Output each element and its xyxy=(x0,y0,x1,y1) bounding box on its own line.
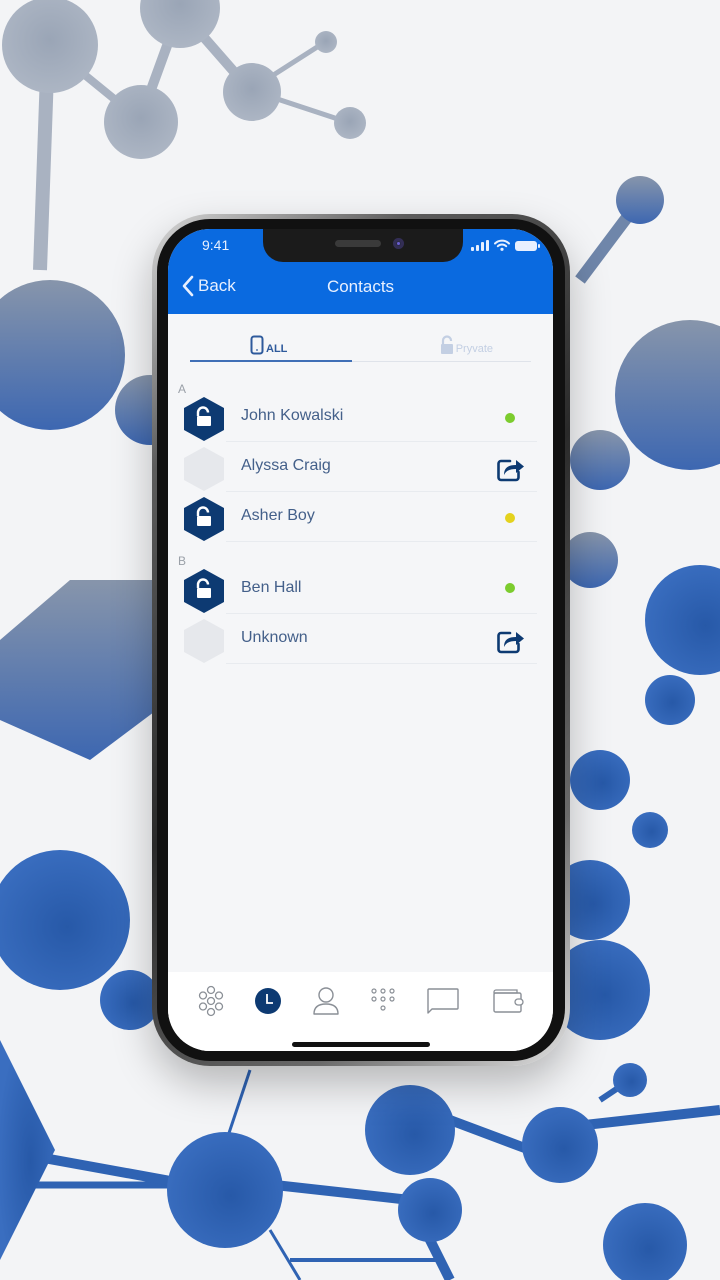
status-away-dot xyxy=(505,513,515,523)
contact-row[interactable]: Alyssa Craig xyxy=(168,442,553,492)
contact-name: Unknown xyxy=(241,629,308,646)
wallet-icon xyxy=(493,989,524,1013)
tab-all[interactable]: ALL xyxy=(250,335,287,355)
share-icon[interactable] xyxy=(496,456,526,482)
tab-messages[interactable] xyxy=(425,983,461,1019)
padlock-icon xyxy=(440,335,453,354)
phone-icon xyxy=(250,335,264,355)
tab-recents[interactable] xyxy=(250,983,286,1019)
chat-bubble-icon xyxy=(427,988,459,1014)
lock-hexagon-avatar xyxy=(184,397,224,441)
contact-name: Alyssa Craig xyxy=(241,457,331,474)
clock-icon xyxy=(255,988,281,1014)
lock-hexagon-avatar xyxy=(184,569,224,613)
status-online-dot xyxy=(505,413,515,423)
home-indicator[interactable] xyxy=(292,1042,430,1047)
battery-icon xyxy=(515,241,540,251)
tab-pryvate[interactable]: Pryvate xyxy=(440,335,493,355)
contact-row[interactable]: Unknown xyxy=(168,614,553,664)
phone-screen: 9:41 Back Contacts ALL Pryvate A John Ko… xyxy=(168,229,553,1051)
status-time: 9:41 xyxy=(202,237,230,253)
person-icon xyxy=(313,987,339,1015)
empty-hexagon-avatar xyxy=(184,447,224,491)
tab-all-label: ALL xyxy=(266,343,288,355)
wifi-icon xyxy=(494,239,510,251)
front-camera xyxy=(393,238,404,249)
notch xyxy=(263,229,463,262)
status-online-dot xyxy=(505,583,515,593)
contact-name: John Kowalski xyxy=(241,407,344,424)
row-divider xyxy=(226,541,537,542)
status-icons xyxy=(471,239,540,251)
tab-dialpad[interactable] xyxy=(365,983,401,1019)
tab-network[interactable] xyxy=(193,983,229,1019)
nav-header: 9:41 Back Contacts xyxy=(168,229,553,314)
lock-hexagon-avatar xyxy=(184,497,224,541)
share-icon[interactable] xyxy=(496,628,526,654)
empty-hexagon-avatar xyxy=(184,619,224,663)
page-title: Contacts xyxy=(326,277,395,296)
contact-row[interactable]: Asher Boy xyxy=(168,492,553,542)
bottom-tab-bar xyxy=(168,972,553,1051)
active-tab-indicator xyxy=(190,360,352,362)
tab-pryvate-label: Pryvate xyxy=(455,343,493,355)
contact-row[interactable]: Ben Hall xyxy=(168,564,553,614)
tab-wallet[interactable] xyxy=(490,983,526,1019)
contact-name: Ben Hall xyxy=(241,579,302,596)
contact-filter-tabs: ALL Pryvate xyxy=(190,335,531,362)
tab-contacts[interactable] xyxy=(308,983,344,1019)
speaker-grille xyxy=(335,240,381,247)
signal-icon xyxy=(471,240,489,251)
flower-network-icon xyxy=(198,985,224,1017)
contact-name: Asher Boy xyxy=(241,507,315,524)
row-divider xyxy=(226,663,537,664)
contact-row[interactable]: John Kowalski xyxy=(168,392,553,442)
dialpad-icon xyxy=(371,988,395,1011)
